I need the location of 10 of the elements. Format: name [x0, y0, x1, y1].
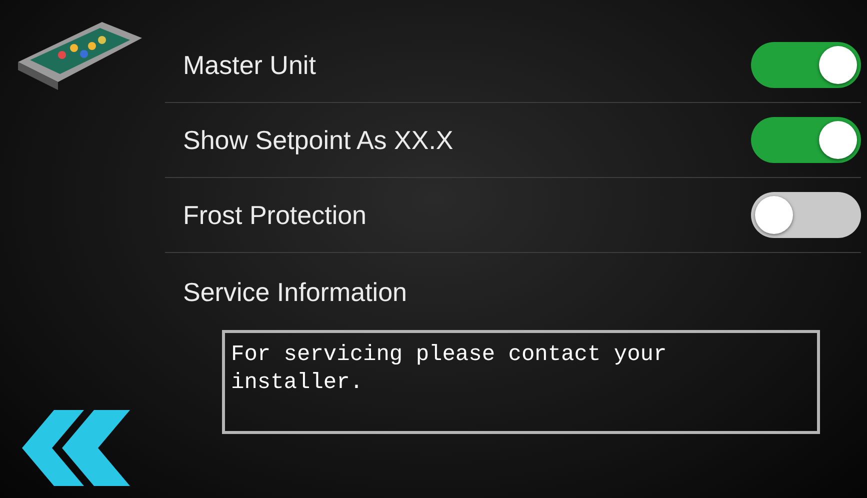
- double-chevron-left-icon: [22, 410, 132, 486]
- setting-label: Frost Protection: [183, 198, 367, 232]
- toggle-switch[interactable]: [751, 42, 861, 88]
- toggle-switch[interactable]: [751, 117, 861, 163]
- section-title: Service Information: [182, 276, 408, 309]
- toggle-switch[interactable]: [751, 192, 861, 238]
- setting-label: Master Unit: [183, 48, 316, 82]
- service-message: For servicing please contact your installer.: [231, 341, 668, 397]
- back-button[interactable]: [22, 410, 132, 486]
- setting-label: Show Setpoint As XX.X: [183, 124, 454, 156]
